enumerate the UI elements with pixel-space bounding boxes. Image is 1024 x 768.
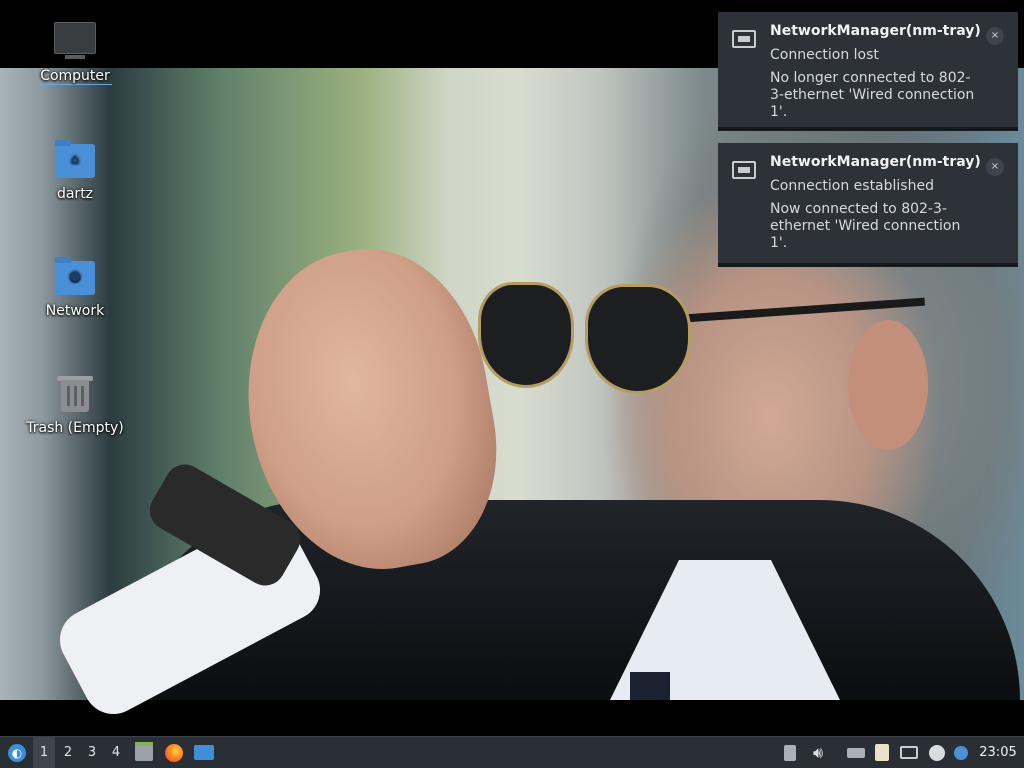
volume-icon: 🔊︎ <box>812 742 824 762</box>
desktop-switch-4[interactable]: 4 <box>105 737 127 768</box>
clock[interactable]: 23:05 <box>976 737 1020 768</box>
desktop-icon-computer[interactable]: Computer <box>20 22 130 85</box>
wallpaper-lens-left <box>478 282 574 388</box>
clipboard-icon <box>875 744 889 761</box>
desktop-icon-label: Network <box>45 303 105 319</box>
show-desktop-icon <box>194 745 214 760</box>
computer-icon <box>53 22 97 62</box>
notification-summary: Connection established <box>770 178 934 194</box>
notification-connection-lost[interactable]: NetworkManager(nm-tray) Connection lost … <box>718 12 1018 131</box>
notification-icon <box>954 745 968 760</box>
desktop-icon-label: Computer <box>38 68 112 85</box>
update-icon <box>929 744 945 761</box>
desktop-switch-3[interactable]: 3 <box>81 737 103 768</box>
notification-connection-established[interactable]: NetworkManager(nm-tray) Connection estab… <box>718 143 1018 267</box>
tray-notifications[interactable] <box>950 737 972 768</box>
notification-summary: Connection lost <box>770 47 879 63</box>
close-icon[interactable]: × <box>986 27 1004 45</box>
distro-logo-icon: ◐ <box>8 743 26 762</box>
wallpaper-lens-right <box>585 284 691 394</box>
network-wired-icon <box>732 161 758 183</box>
desktop-icon-label: Trash (Empty) <box>26 420 124 436</box>
network-wired-icon <box>900 746 918 759</box>
network-folder-icon: ● <box>53 257 97 297</box>
desktop-icon-home[interactable]: ⌂ dartz <box>20 140 130 202</box>
start-menu-button[interactable]: ◐ <box>4 737 30 768</box>
notification-app-name: NetworkManager(nm-tray) <box>770 154 981 170</box>
firefox-launcher[interactable] <box>161 737 187 768</box>
show-desktop-button[interactable] <box>191 737 217 768</box>
taskbar: ◐ 1 2 3 4 🔊︎ 23:05 <box>0 736 1024 768</box>
trash-icon <box>53 374 97 414</box>
wallpaper-ear <box>848 320 928 450</box>
firefox-icon <box>165 743 183 762</box>
network-wired-icon <box>732 30 758 52</box>
desktop-icon-network[interactable]: ● Network <box>20 257 130 319</box>
file-manager-launcher[interactable] <box>131 737 157 768</box>
desktop-icon-label: dartz <box>56 186 94 202</box>
notification-body: Now connected to 802-3-ethernet 'Wired c… <box>770 201 961 251</box>
removable-drive-icon <box>784 744 796 761</box>
file-manager-icon <box>135 741 153 761</box>
tray-removable-drive[interactable] <box>779 737 801 768</box>
notification-app-name: NetworkManager(nm-tray) <box>770 23 981 39</box>
tray-update[interactable] <box>926 737 948 768</box>
desktop-icon-trash[interactable]: Trash (Empty) <box>20 374 130 436</box>
home-folder-icon: ⌂ <box>53 140 97 180</box>
notification-body: No longer connected to 802-3-ethernet 'W… <box>770 70 975 120</box>
tray-volume[interactable]: 🔊︎ <box>807 737 829 768</box>
desktop-switch-1[interactable]: 1 <box>33 737 55 768</box>
tray-clipboard[interactable] <box>871 737 893 768</box>
desktop-switch-2[interactable]: 2 <box>57 737 79 768</box>
wallpaper-tie <box>630 672 670 700</box>
close-icon[interactable]: × <box>986 158 1004 176</box>
keyboard-icon <box>847 747 865 758</box>
tray-keyboard[interactable] <box>845 737 867 768</box>
tray-network[interactable] <box>898 737 920 768</box>
